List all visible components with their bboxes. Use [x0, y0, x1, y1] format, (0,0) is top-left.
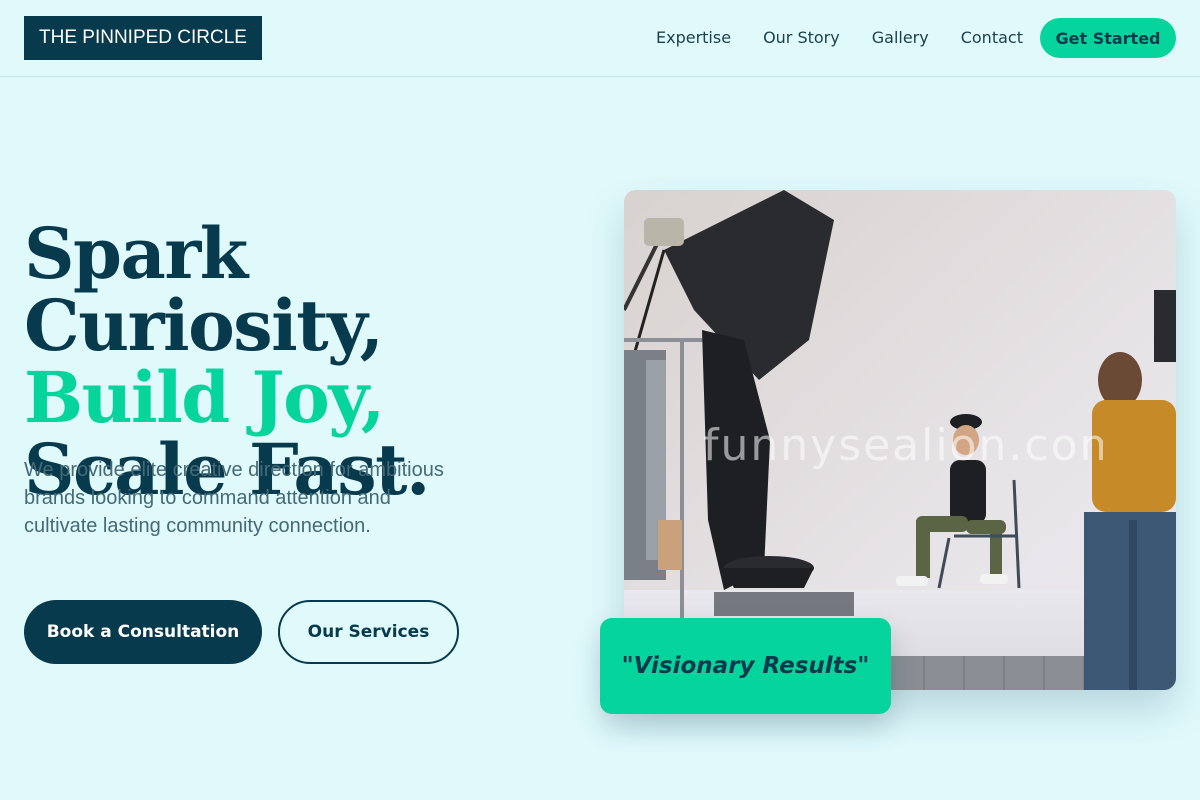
nav-link-expertise[interactable]: Expertise — [656, 27, 731, 49]
nav-link-our-story[interactable]: Our Story — [763, 27, 840, 49]
logo[interactable]: THE PINNIPED CIRCLE — [24, 16, 262, 60]
get-started-button[interactable]: Get Started — [1040, 18, 1176, 58]
headline-line-2: Build Joy, — [24, 356, 385, 439]
book-consultation-button[interactable]: Book a Consultation — [24, 600, 262, 664]
photo-watermark: funnysealion.com — [703, 420, 1103, 471]
nav-link-contact[interactable]: Contact — [961, 27, 1023, 49]
our-services-button[interactable]: Our Services — [278, 600, 459, 664]
hero-lead: We provide elite creative direction for … — [24, 459, 444, 537]
site-header: THE PINNIPED CIRCLE Expertise Our Story … — [0, 0, 1200, 77]
visionary-results-badge: "Visionary Results" — [600, 618, 891, 714]
main-nav: Expertise Our Story Gallery Contact — [656, 27, 1055, 49]
headline-line-1: Spark Curiosity, — [24, 212, 384, 367]
nav-link-gallery[interactable]: Gallery — [872, 27, 929, 49]
